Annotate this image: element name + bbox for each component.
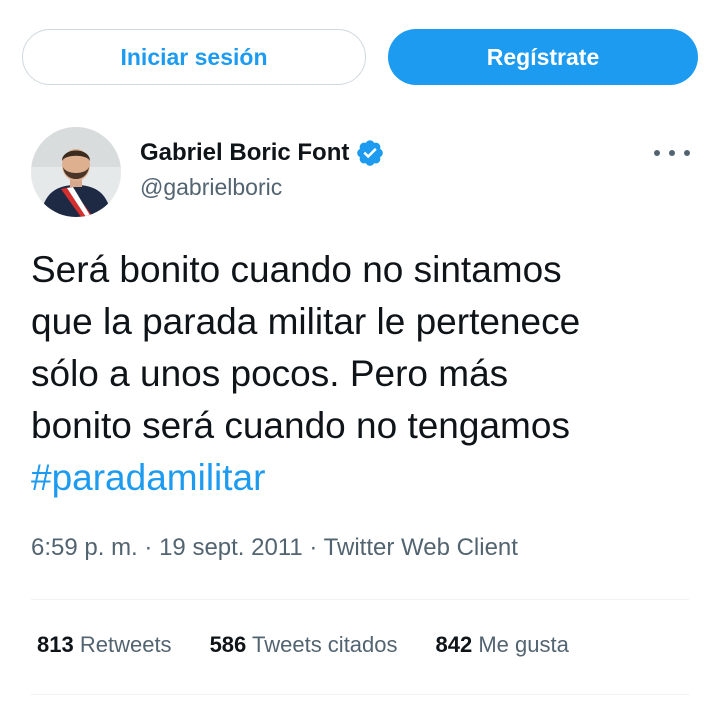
login-button[interactable]: Iniciar sesión [22, 29, 366, 85]
author-display-name[interactable]: Gabriel Boric Font [140, 138, 385, 168]
meta-separator: · [309, 534, 324, 561]
hashtag-link[interactable]: #paradamilitar [31, 452, 701, 504]
profile-photo-icon [31, 127, 121, 217]
verified-badge-icon [357, 140, 384, 166]
avatar[interactable] [31, 127, 121, 217]
retweets-stat[interactable]: 813 Retweets [37, 632, 172, 658]
quotes-stat[interactable]: 586 Tweets citados [210, 632, 398, 658]
tweet-metadata: 6:59 p. m. · 19 sept. 2011 · Twitter Web… [31, 534, 518, 562]
author-handle[interactable]: @gabrielboric [140, 174, 282, 201]
signup-button[interactable]: Regístrate [388, 29, 698, 85]
divider [31, 694, 689, 695]
meta-separator: · [144, 534, 160, 561]
tweet-time[interactable]: 6:59 p. m. [31, 534, 138, 561]
author-name[interactable]: Gabriel Boric Font [140, 139, 349, 167]
tweet-date[interactable]: 19 sept. 2011 [159, 534, 303, 561]
tweet-text-line: sólo a unos pocos. Pero más [31, 353, 509, 394]
divider [31, 599, 689, 600]
likes-stat[interactable]: 842 Me gusta [436, 632, 569, 658]
tweet-stats: 813 Retweets 586 Tweets citados 842 Me g… [37, 632, 607, 658]
more-options-icon[interactable] [654, 141, 690, 165]
tweet-source[interactable]: Twitter Web Client [324, 534, 518, 561]
tweet-text-line: que la parada militar le pertenece [31, 301, 581, 342]
tweet-text: Será bonito cuando no sintamos que la pa… [31, 244, 701, 504]
tweet-text-line: Será bonito cuando no sintamos [31, 249, 562, 290]
tweet-text-line: bonito será cuando no tengamos [31, 405, 570, 446]
